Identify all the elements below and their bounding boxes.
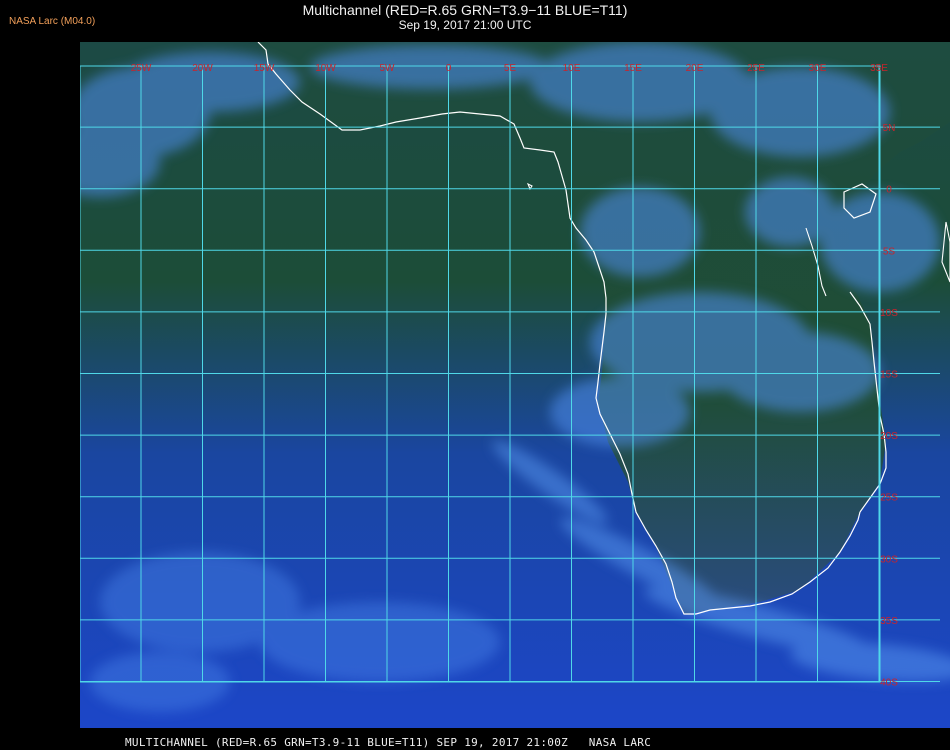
lon-label: 35E bbox=[870, 63, 888, 74]
title-block: Multichannel (RED=R.65 GRN=T3.9−11 BLUE=… bbox=[230, 2, 700, 32]
lat-label: 35S bbox=[880, 616, 898, 627]
lat-label: 20S bbox=[880, 431, 898, 442]
lat-label: 10S bbox=[880, 308, 898, 319]
lon-label: 10E bbox=[563, 63, 581, 74]
footer-caption: MULTICHANNEL (RED=R.65 GRN=T3.9-11 BLUE=… bbox=[125, 736, 652, 749]
satellite-map: 25W 20W 15W 10W 5W 0 5E 10E 15E 20E 25E 30E 35E 5N 0 5S… bbox=[80, 42, 950, 728]
top-credit: NASA Larc (M04.0) bbox=[9, 16, 96, 27]
lon-label: 15W bbox=[254, 63, 275, 74]
lon-label: 20W bbox=[192, 63, 213, 74]
lon-label: 15E bbox=[624, 63, 642, 74]
image-timestamp: Sep 19, 2017 21:00 UTC bbox=[398, 18, 532, 32]
lat-label: 5N bbox=[883, 123, 896, 134]
lon-label: 10W bbox=[315, 63, 336, 74]
lat-label: 5S bbox=[883, 246, 896, 257]
image-title: Multichannel (RED=R.65 GRN=T3.9−11 BLUE=… bbox=[302, 2, 628, 18]
lon-label: 20E bbox=[686, 63, 704, 74]
lon-label: 5W bbox=[380, 63, 396, 74]
lon-label: 25W bbox=[131, 63, 152, 74]
lon-label: 30E bbox=[809, 63, 827, 74]
lat-label: 30S bbox=[880, 554, 898, 565]
lat-label: 15S bbox=[880, 370, 898, 381]
lat-label: 40S bbox=[880, 678, 898, 689]
lat-label: 25S bbox=[880, 493, 898, 504]
lon-label: 0 bbox=[446, 63, 452, 74]
lon-label: 25E bbox=[747, 63, 765, 74]
lat-label: 0 bbox=[886, 185, 892, 196]
lon-label: 5E bbox=[504, 63, 517, 74]
